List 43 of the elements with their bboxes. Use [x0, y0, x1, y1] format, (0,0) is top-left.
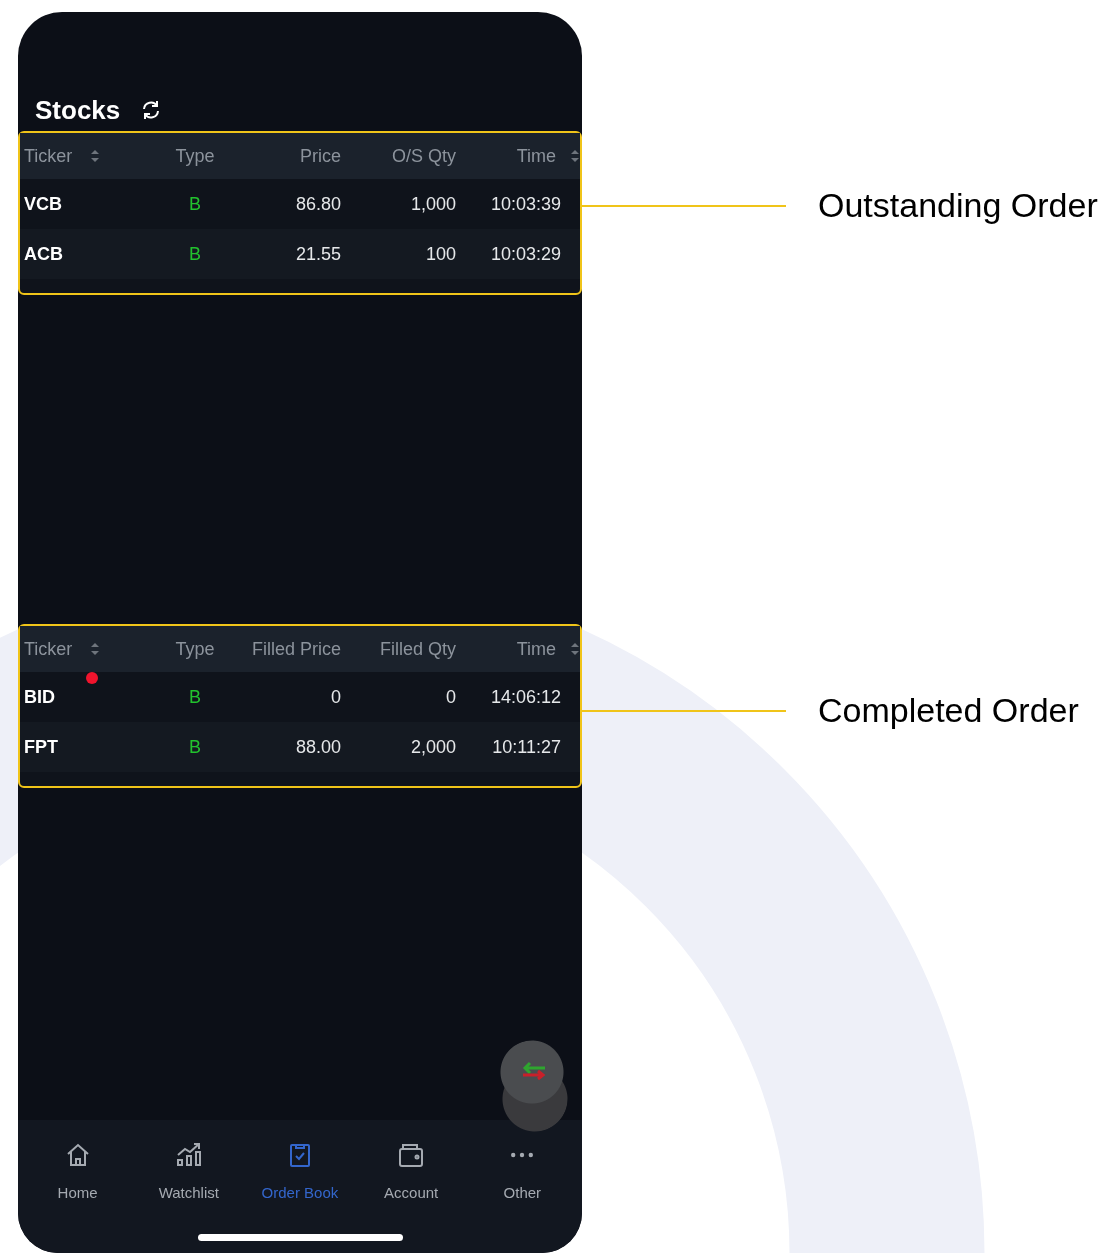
sort-icon[interactable] [570, 642, 580, 656]
ticker-cell: BID [24, 686, 55, 708]
price-cell: 0 [331, 686, 341, 708]
order-type-cell: B [189, 193, 201, 215]
price-cell: 21.55 [295, 243, 341, 265]
time-cell-text: 14:06:12 [490, 686, 562, 708]
column-header[interactable]: Time [516, 145, 556, 167]
sort-icon[interactable] [570, 149, 580, 163]
ticker-cell: ACB [24, 243, 63, 265]
order-type-cell: B [189, 243, 201, 265]
time-cell-text: 10:03:29 [490, 243, 562, 265]
nav-tab[interactable]: Watchlist [138, 1140, 239, 1201]
ticker-cell: VCB [24, 193, 62, 215]
sort-icon[interactable] [90, 149, 101, 163]
sort-icon[interactable] [90, 642, 101, 656]
order-type-cell: B [189, 686, 201, 708]
annotation-label: Outstanding Order [818, 186, 1098, 225]
order-type-cell: B [189, 736, 201, 758]
column-header[interactable]: Time [516, 638, 556, 660]
quantity-cell: 1,000 [410, 193, 456, 215]
nav-tab[interactable]: Other [472, 1140, 573, 1201]
price-cell: 88.00 [295, 736, 341, 758]
price-cell: 86.80 [295, 193, 341, 215]
time-cell-text: 10:03:39 [490, 193, 562, 215]
ticker-cell: FPT [24, 736, 58, 758]
column-header[interactable]: Filled Qty [379, 638, 456, 660]
more-icon [511, 1152, 534, 1158]
quantity-cell: 2,000 [410, 736, 456, 758]
column-header[interactable]: Price [300, 145, 341, 167]
column-header[interactable]: Filled Price [251, 638, 341, 660]
quantity-cell: 0 [446, 686, 456, 708]
time-cell-text: 10:11:27 [492, 736, 562, 758]
column-header[interactable]: Ticker [24, 638, 73, 660]
quantity-cell: 100 [425, 243, 456, 265]
page-title: Stocks [35, 97, 121, 123]
column-header[interactable]: Type [175, 638, 215, 660]
nav-tab[interactable]: Account [361, 1140, 462, 1201]
column-header[interactable]: Ticker [24, 145, 73, 167]
annotation-label: Completed Order [818, 691, 1079, 730]
column-header[interactable]: Type [175, 145, 215, 167]
column-header[interactable]: O/S Qty [392, 145, 456, 167]
nav-tab[interactable]: Order Book [249, 1140, 350, 1201]
nav-tab[interactable]: Home [27, 1140, 128, 1201]
